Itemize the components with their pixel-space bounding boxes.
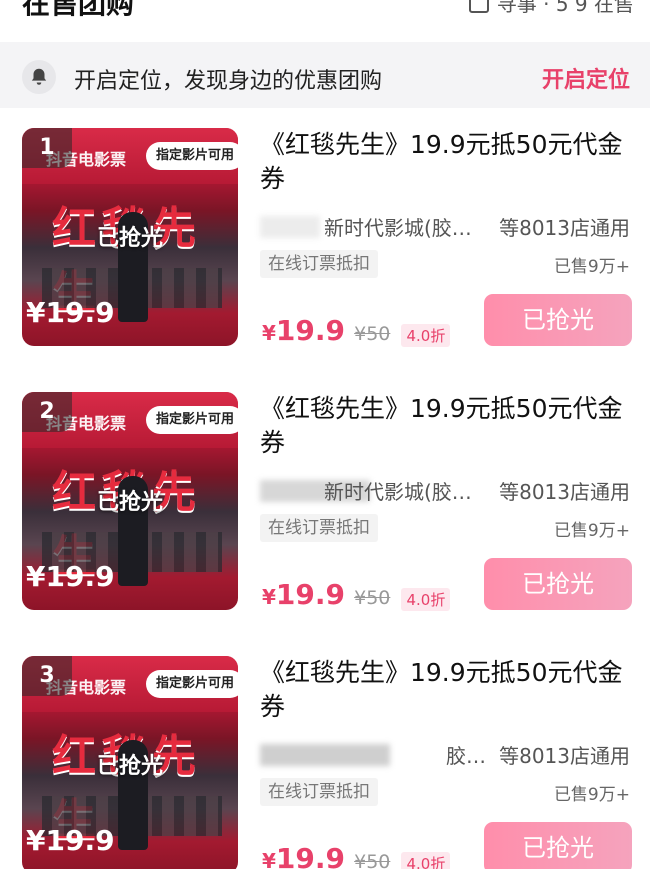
price-original: ¥50 <box>354 587 391 609</box>
top-bar: 在售团购 寻事 · 5 9 在售 <box>0 0 650 42</box>
price-block: ¥19.9 ¥50 4.0折 <box>262 578 451 611</box>
blurred-store-prefix <box>260 744 390 766</box>
blurred-store-prefix <box>260 216 320 238</box>
store-row: 新时代影城(胶… 等8013店通用 <box>260 476 632 506</box>
page-title: 在售团购 <box>22 0 135 20</box>
deal-poster[interactable]: 抖音电影票 指定影片可用 红毯先生 已抢光 ¥19.9 1 <box>22 128 238 346</box>
header-right-text: 寻事 · 5 9 在售 <box>496 0 634 16</box>
poster-price: ¥19.9 <box>26 560 115 593</box>
store-count: 等8013店通用 <box>499 480 630 504</box>
deal-item[interactable]: 抖音电影票 指定影片可用 红毯先生 已抢光 ¥19.9 2 《红毯先生》19.9… <box>0 372 650 636</box>
sold-count: 已售9万+ <box>553 257 630 277</box>
sold-out-button[interactable]: 已抢光 <box>484 294 632 346</box>
location-prompt: 开启定位，发现身边的优惠团购 <box>74 69 383 94</box>
price-block: ¥19.9 ¥50 4.0折 <box>262 314 451 347</box>
bell-icon-svg <box>31 68 47 85</box>
deal-name[interactable]: 《红毯先生》19.9元抵50元代金券 <box>260 656 632 724</box>
sold-out-button[interactable]: 已抢光 <box>484 558 632 610</box>
sold-count: 已售9万+ <box>553 785 630 805</box>
poster-sold-label: 已抢光 <box>96 490 163 515</box>
poster-price: ¥19.9 <box>26 824 115 857</box>
poster-tag: 指定影片可用 <box>146 406 238 434</box>
price-original: ¥50 <box>354 851 391 869</box>
discount-badge: 4.0折 <box>401 852 451 869</box>
poster-tag: 指定影片可用 <box>146 142 238 170</box>
price-now: 19.9 <box>275 314 346 347</box>
store-row: 新时代影城(胶… 等8013店通用 <box>260 212 632 242</box>
sold-count: 已售9万+ <box>553 521 630 541</box>
deal-tag: 在线订票抵扣 <box>260 250 378 278</box>
price-now: 19.9 <box>275 578 346 611</box>
deal-name[interactable]: 《红毯先生》19.9元抵50元代金券 <box>260 392 632 460</box>
deal-info: 《红毯先生》19.9元抵50元代金券 新时代影城(胶… 等8013店通用 在线订… <box>260 128 632 347</box>
rank-badge: 3 <box>22 656 72 696</box>
store-name: 新时代影城(胶… <box>324 480 472 504</box>
deal-tag: 在线订票抵扣 <box>260 778 378 806</box>
location-bar: 开启定位，发现身边的优惠团购 开启定位 <box>0 42 650 108</box>
bell-icon <box>22 60 56 94</box>
store-row: 胶… 等8013店通用 <box>260 740 632 770</box>
store-name: 新时代影城(胶… <box>324 216 472 240</box>
store-name: 胶… <box>446 744 486 768</box>
poster-sold-label: 已抢光 <box>96 754 163 779</box>
price-currency: ¥ <box>262 849 276 869</box>
poster-price: ¥19.9 <box>26 296 115 329</box>
price-currency: ¥ <box>262 585 276 609</box>
store-count: 等8013店通用 <box>499 744 630 768</box>
deal-item[interactable]: 抖音电影票 指定影片可用 红毯先生 已抢光 ¥19.9 1 《红毯先生》19.9… <box>0 108 650 372</box>
deal-poster[interactable]: 抖音电影票 指定影片可用 红毯先生 已抢光 ¥19.9 3 <box>22 656 238 869</box>
deal-info: 《红毯先生》19.9元抵50元代金券 胶… 等8013店通用 在线订票抵扣 已售… <box>260 656 632 869</box>
header-right[interactable]: 寻事 · 5 9 在售 <box>468 0 634 17</box>
poster-sold-label: 已抢光 <box>96 226 163 251</box>
deal-item[interactable]: 抖音电影票 指定影片可用 红毯先生 已抢光 ¥19.9 3 《红毯先生》19.9… <box>0 636 650 869</box>
rank-badge: 1 <box>22 128 72 168</box>
deal-poster[interactable]: 抖音电影票 指定影片可用 红毯先生 已抢光 ¥19.9 2 <box>22 392 238 610</box>
deal-info: 《红毯先生》19.9元抵50元代金券 新时代影城(胶… 等8013店通用 在线订… <box>260 392 632 611</box>
price-currency: ¥ <box>262 321 276 345</box>
discount-badge: 4.0折 <box>401 324 451 347</box>
poster-tag: 指定影片可用 <box>146 670 238 698</box>
calendar-icon <box>468 0 489 13</box>
rank-badge: 2 <box>22 392 72 432</box>
price-original: ¥50 <box>354 323 391 345</box>
enable-location-button[interactable]: 开启定位 <box>542 62 630 94</box>
discount-badge: 4.0折 <box>401 588 451 611</box>
deal-tag: 在线订票抵扣 <box>260 514 378 542</box>
deal-name[interactable]: 《红毯先生》19.9元抵50元代金券 <box>260 128 632 196</box>
store-count: 等8013店通用 <box>499 216 630 240</box>
sold-out-button[interactable]: 已抢光 <box>484 822 632 869</box>
price-block: ¥19.9 ¥50 4.0折 <box>262 842 451 869</box>
price-now: 19.9 <box>275 842 346 869</box>
